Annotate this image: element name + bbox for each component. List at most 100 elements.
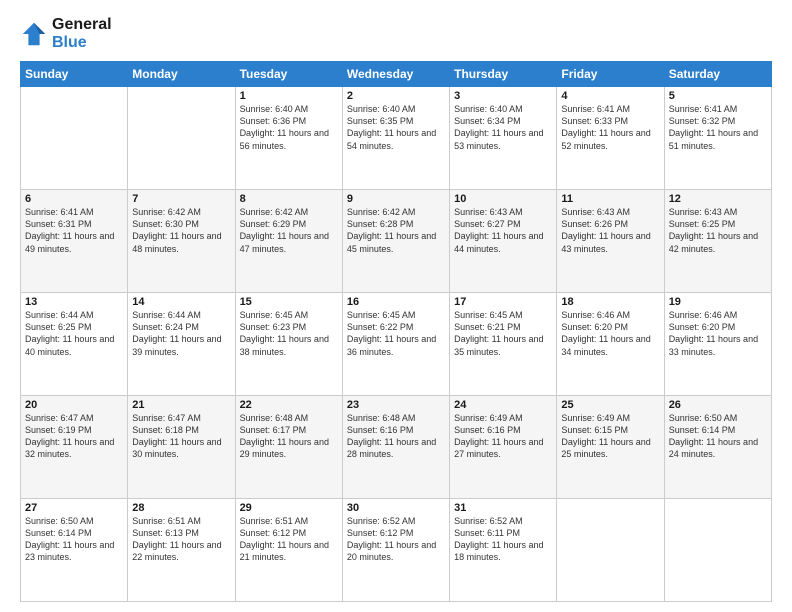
calendar-cell: 16Sunrise: 6:45 AM Sunset: 6:22 PM Dayli… bbox=[342, 293, 449, 396]
calendar-cell: 17Sunrise: 6:45 AM Sunset: 6:21 PM Dayli… bbox=[450, 293, 557, 396]
calendar-cell: 26Sunrise: 6:50 AM Sunset: 6:14 PM Dayli… bbox=[664, 396, 771, 499]
calendar-cell: 25Sunrise: 6:49 AM Sunset: 6:15 PM Dayli… bbox=[557, 396, 664, 499]
calendar-cell bbox=[557, 499, 664, 602]
day-number: 12 bbox=[669, 193, 767, 205]
calendar-cell: 2Sunrise: 6:40 AM Sunset: 6:35 PM Daylig… bbox=[342, 87, 449, 190]
calendar-cell: 31Sunrise: 6:52 AM Sunset: 6:11 PM Dayli… bbox=[450, 499, 557, 602]
calendar-cell: 5Sunrise: 6:41 AM Sunset: 6:32 PM Daylig… bbox=[664, 87, 771, 190]
day-number: 28 bbox=[132, 502, 230, 514]
day-number: 2 bbox=[347, 90, 445, 102]
day-number: 5 bbox=[669, 90, 767, 102]
day-number: 22 bbox=[240, 399, 338, 411]
day-info: Sunrise: 6:51 AM Sunset: 6:12 PM Dayligh… bbox=[240, 515, 338, 564]
calendar-cell: 29Sunrise: 6:51 AM Sunset: 6:12 PM Dayli… bbox=[235, 499, 342, 602]
day-info: Sunrise: 6:52 AM Sunset: 6:11 PM Dayligh… bbox=[454, 515, 552, 564]
weekday-header: Monday bbox=[128, 62, 235, 87]
day-info: Sunrise: 6:50 AM Sunset: 6:14 PM Dayligh… bbox=[25, 515, 123, 564]
calendar-cell: 10Sunrise: 6:43 AM Sunset: 6:27 PM Dayli… bbox=[450, 190, 557, 293]
day-info: Sunrise: 6:45 AM Sunset: 6:22 PM Dayligh… bbox=[347, 309, 445, 358]
calendar-cell: 21Sunrise: 6:47 AM Sunset: 6:18 PM Dayli… bbox=[128, 396, 235, 499]
weekday-header: Sunday bbox=[21, 62, 128, 87]
calendar-cell: 13Sunrise: 6:44 AM Sunset: 6:25 PM Dayli… bbox=[21, 293, 128, 396]
calendar-cell bbox=[128, 87, 235, 190]
day-info: Sunrise: 6:48 AM Sunset: 6:17 PM Dayligh… bbox=[240, 412, 338, 461]
calendar-header-row: SundayMondayTuesdayWednesdayThursdayFrid… bbox=[21, 62, 772, 87]
day-info: Sunrise: 6:40 AM Sunset: 6:34 PM Dayligh… bbox=[454, 103, 552, 152]
day-number: 26 bbox=[669, 399, 767, 411]
weekday-header: Tuesday bbox=[235, 62, 342, 87]
day-info: Sunrise: 6:48 AM Sunset: 6:16 PM Dayligh… bbox=[347, 412, 445, 461]
day-number: 31 bbox=[454, 502, 552, 514]
calendar-cell: 20Sunrise: 6:47 AM Sunset: 6:19 PM Dayli… bbox=[21, 396, 128, 499]
day-number: 13 bbox=[25, 296, 123, 308]
day-info: Sunrise: 6:47 AM Sunset: 6:19 PM Dayligh… bbox=[25, 412, 123, 461]
day-info: Sunrise: 6:42 AM Sunset: 6:28 PM Dayligh… bbox=[347, 206, 445, 255]
day-info: Sunrise: 6:41 AM Sunset: 6:33 PM Dayligh… bbox=[561, 103, 659, 152]
day-number: 27 bbox=[25, 502, 123, 514]
day-number: 11 bbox=[561, 193, 659, 205]
day-info: Sunrise: 6:40 AM Sunset: 6:35 PM Dayligh… bbox=[347, 103, 445, 152]
calendar-cell: 18Sunrise: 6:46 AM Sunset: 6:20 PM Dayli… bbox=[557, 293, 664, 396]
calendar-cell: 14Sunrise: 6:44 AM Sunset: 6:24 PM Dayli… bbox=[128, 293, 235, 396]
day-info: Sunrise: 6:42 AM Sunset: 6:29 PM Dayligh… bbox=[240, 206, 338, 255]
day-info: Sunrise: 6:47 AM Sunset: 6:18 PM Dayligh… bbox=[132, 412, 230, 461]
calendar-cell: 3Sunrise: 6:40 AM Sunset: 6:34 PM Daylig… bbox=[450, 87, 557, 190]
day-info: Sunrise: 6:41 AM Sunset: 6:31 PM Dayligh… bbox=[25, 206, 123, 255]
day-info: Sunrise: 6:42 AM Sunset: 6:30 PM Dayligh… bbox=[132, 206, 230, 255]
day-number: 18 bbox=[561, 296, 659, 308]
day-number: 19 bbox=[669, 296, 767, 308]
day-info: Sunrise: 6:43 AM Sunset: 6:27 PM Dayligh… bbox=[454, 206, 552, 255]
logo: General Blue bbox=[20, 16, 112, 51]
calendar-cell: 15Sunrise: 6:45 AM Sunset: 6:23 PM Dayli… bbox=[235, 293, 342, 396]
day-number: 16 bbox=[347, 296, 445, 308]
calendar-cell: 7Sunrise: 6:42 AM Sunset: 6:30 PM Daylig… bbox=[128, 190, 235, 293]
day-number: 29 bbox=[240, 502, 338, 514]
day-number: 1 bbox=[240, 90, 338, 102]
day-number: 30 bbox=[347, 502, 445, 514]
calendar-cell: 23Sunrise: 6:48 AM Sunset: 6:16 PM Dayli… bbox=[342, 396, 449, 499]
day-number: 7 bbox=[132, 193, 230, 205]
day-info: Sunrise: 6:44 AM Sunset: 6:24 PM Dayligh… bbox=[132, 309, 230, 358]
day-number: 21 bbox=[132, 399, 230, 411]
calendar-cell: 12Sunrise: 6:43 AM Sunset: 6:25 PM Dayli… bbox=[664, 190, 771, 293]
day-number: 4 bbox=[561, 90, 659, 102]
day-info: Sunrise: 6:51 AM Sunset: 6:13 PM Dayligh… bbox=[132, 515, 230, 564]
page: General Blue SundayMondayTuesdayWednesda… bbox=[0, 0, 792, 612]
calendar-week-row: 6Sunrise: 6:41 AM Sunset: 6:31 PM Daylig… bbox=[21, 190, 772, 293]
calendar-cell: 8Sunrise: 6:42 AM Sunset: 6:29 PM Daylig… bbox=[235, 190, 342, 293]
day-number: 17 bbox=[454, 296, 552, 308]
day-info: Sunrise: 6:44 AM Sunset: 6:25 PM Dayligh… bbox=[25, 309, 123, 358]
day-info: Sunrise: 6:49 AM Sunset: 6:15 PM Dayligh… bbox=[561, 412, 659, 461]
weekday-header: Thursday bbox=[450, 62, 557, 87]
logo-text: General Blue bbox=[52, 16, 112, 51]
calendar-cell: 28Sunrise: 6:51 AM Sunset: 6:13 PM Dayli… bbox=[128, 499, 235, 602]
calendar-week-row: 1Sunrise: 6:40 AM Sunset: 6:36 PM Daylig… bbox=[21, 87, 772, 190]
calendar-cell: 27Sunrise: 6:50 AM Sunset: 6:14 PM Dayli… bbox=[21, 499, 128, 602]
day-number: 6 bbox=[25, 193, 123, 205]
day-number: 8 bbox=[240, 193, 338, 205]
day-number: 23 bbox=[347, 399, 445, 411]
logo-icon bbox=[20, 20, 48, 48]
calendar-week-row: 27Sunrise: 6:50 AM Sunset: 6:14 PM Dayli… bbox=[21, 499, 772, 602]
day-number: 9 bbox=[347, 193, 445, 205]
calendar-week-row: 20Sunrise: 6:47 AM Sunset: 6:19 PM Dayli… bbox=[21, 396, 772, 499]
weekday-header: Saturday bbox=[664, 62, 771, 87]
weekday-header: Friday bbox=[557, 62, 664, 87]
weekday-header: Wednesday bbox=[342, 62, 449, 87]
day-info: Sunrise: 6:49 AM Sunset: 6:16 PM Dayligh… bbox=[454, 412, 552, 461]
calendar-cell: 4Sunrise: 6:41 AM Sunset: 6:33 PM Daylig… bbox=[557, 87, 664, 190]
day-number: 14 bbox=[132, 296, 230, 308]
calendar-cell: 6Sunrise: 6:41 AM Sunset: 6:31 PM Daylig… bbox=[21, 190, 128, 293]
day-number: 15 bbox=[240, 296, 338, 308]
calendar-cell: 1Sunrise: 6:40 AM Sunset: 6:36 PM Daylig… bbox=[235, 87, 342, 190]
day-number: 10 bbox=[454, 193, 552, 205]
calendar-cell: 24Sunrise: 6:49 AM Sunset: 6:16 PM Dayli… bbox=[450, 396, 557, 499]
day-info: Sunrise: 6:52 AM Sunset: 6:12 PM Dayligh… bbox=[347, 515, 445, 564]
calendar-week-row: 13Sunrise: 6:44 AM Sunset: 6:25 PM Dayli… bbox=[21, 293, 772, 396]
calendar-cell: 9Sunrise: 6:42 AM Sunset: 6:28 PM Daylig… bbox=[342, 190, 449, 293]
calendar-cell bbox=[21, 87, 128, 190]
day-number: 25 bbox=[561, 399, 659, 411]
calendar-cell: 11Sunrise: 6:43 AM Sunset: 6:26 PM Dayli… bbox=[557, 190, 664, 293]
day-info: Sunrise: 6:43 AM Sunset: 6:25 PM Dayligh… bbox=[669, 206, 767, 255]
calendar-cell: 30Sunrise: 6:52 AM Sunset: 6:12 PM Dayli… bbox=[342, 499, 449, 602]
